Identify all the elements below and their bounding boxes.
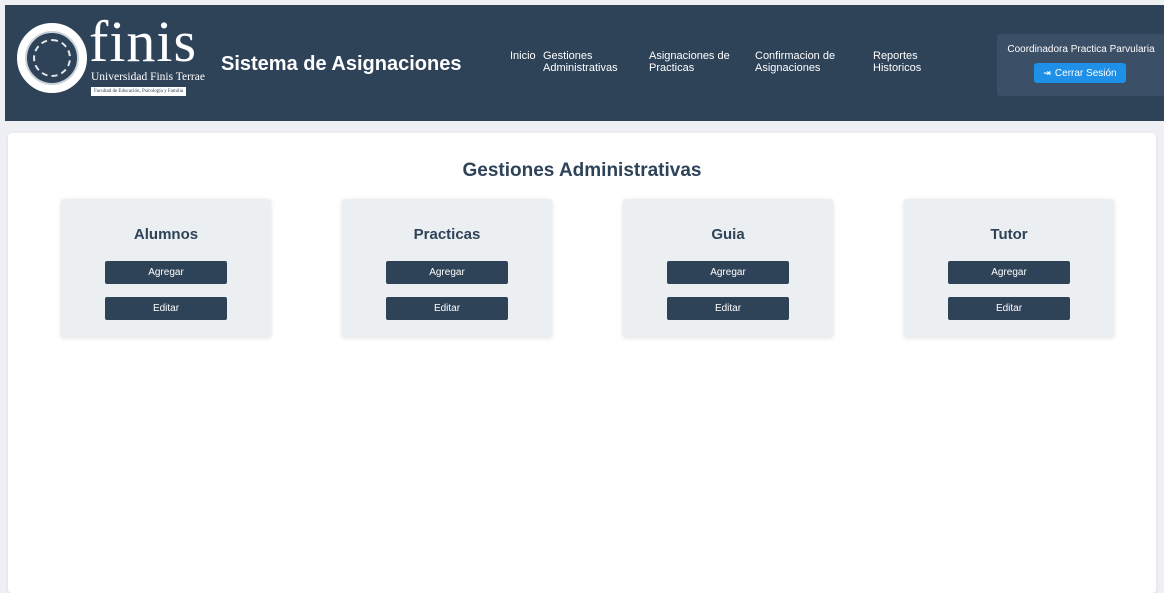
app-title: Sistema de Asignaciones: [221, 53, 462, 75]
nav-item-label-line2: Asignaciones: [755, 62, 821, 74]
section-title: Alumnos: [133, 226, 199, 243]
section-card-practicas: Practicas Agregar Editar: [342, 199, 552, 337]
nav-item-label: Reportes: [873, 50, 918, 62]
nav-item-label: Inicio: [510, 50, 536, 62]
nav-item-asignaciones-practicas[interactable]: Asignaciones de Practicas: [649, 50, 730, 74]
add-alumno-button[interactable]: Agregar: [105, 261, 227, 284]
add-practica-button[interactable]: Agregar: [386, 261, 508, 284]
user-role: Coordinadora Practica Parvularia: [1007, 44, 1155, 55]
nav-item-label-line2: Historicos: [873, 62, 922, 74]
edit-tutor-button[interactable]: Editar: [948, 297, 1070, 320]
university-seal-icon: [17, 23, 87, 93]
add-guia-button[interactable]: Agregar: [667, 261, 789, 284]
main-content-card: Gestiones Administrativas Alumnos Agrega…: [8, 133, 1156, 593]
section-card-alumnos: Alumnos Agregar Editar: [61, 199, 271, 337]
sign-out-icon: ⇥: [1043, 67, 1051, 78]
logo-university-name: Universidad Finis Terrae: [91, 71, 205, 83]
section-title: Guia: [711, 226, 745, 243]
nav-item-label: Gestiones: [543, 50, 593, 62]
nav-item-label-line2: Administrativas: [543, 62, 618, 74]
nav-item-label: Confirmacion de: [755, 50, 836, 62]
page-title: Gestiones Administrativas: [462, 160, 702, 181]
nav-item-inicio[interactable]: Inicio: [510, 50, 536, 62]
nav-item-confirmacion-asignaciones[interactable]: Confirmacion de Asignaciones: [755, 50, 835, 74]
edit-guia-button[interactable]: Editar: [667, 297, 789, 320]
section-title: Practicas: [413, 226, 481, 243]
nav-item-label: Asignaciones de: [649, 50, 730, 62]
section-card-guia: Guia Agregar Editar: [623, 199, 833, 337]
logo-faculty-name: Facultad de Educación, Psicología y Fami…: [91, 87, 187, 96]
edit-alumno-button[interactable]: Editar: [105, 297, 227, 320]
logout-label: Cerrar Sesión: [1054, 67, 1117, 79]
nav-item-label-line2: Practicas: [649, 62, 695, 74]
nav-item-gestiones-administrativas[interactable]: Gestiones Administrativas: [543, 50, 618, 74]
logo-wordmark: finis: [89, 9, 198, 74]
edit-practica-button[interactable]: Editar: [386, 297, 508, 320]
top-header: finis Universidad Finis Terrae Facultad …: [5, 5, 1164, 121]
logout-button[interactable]: ⇥ Cerrar Sesión: [1034, 63, 1126, 83]
nav-item-reportes-historicos[interactable]: Reportes Historicos: [873, 50, 921, 74]
user-panel: Coordinadora Practica Parvularia ⇥ Cerra…: [997, 34, 1164, 96]
section-title: Tutor: [990, 226, 1028, 243]
add-tutor-button[interactable]: Agregar: [948, 261, 1070, 284]
section-card-tutor: Tutor Agregar Editar: [904, 199, 1114, 337]
university-logo[interactable]: finis Universidad Finis Terrae Facultad …: [17, 13, 217, 117]
